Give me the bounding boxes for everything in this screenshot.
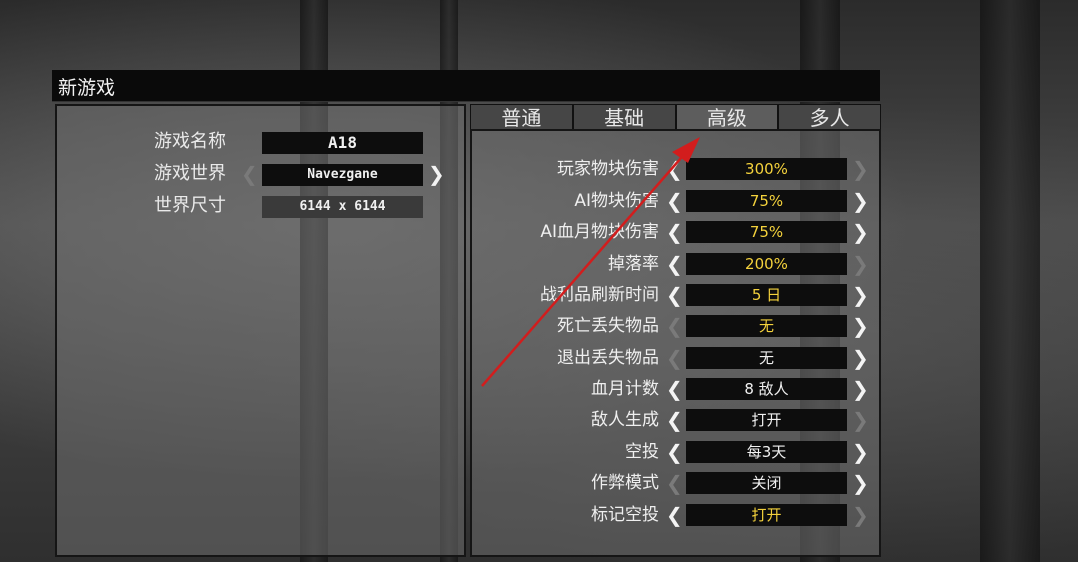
setting-prev-button[interactable]: ❮ — [666, 221, 683, 243]
setting-row: 战利品刷新时间 ❮ 5 日 ❯ — [470, 283, 881, 307]
setting-next-button[interactable]: ❯ — [852, 441, 869, 463]
setting-next-button[interactable]: ❯ — [852, 472, 869, 494]
setting-label: 退出丢失物品 — [557, 348, 659, 368]
setting-value: 打开 — [686, 504, 847, 526]
setting-row: AI物块伤害 ❮ 75% ❯ — [470, 189, 881, 213]
setting-prev-button[interactable]: ❮ — [666, 315, 683, 337]
setting-prev-button[interactable]: ❮ — [666, 190, 683, 212]
setting-label: 死亡丢失物品 — [557, 316, 659, 336]
game-world-prev-button[interactable]: ❮ — [241, 163, 258, 185]
setting-prev-button[interactable]: ❮ — [666, 472, 683, 494]
setting-label: AI物块伤害 — [574, 191, 659, 211]
window-title-bar: 新游戏 — [52, 70, 880, 102]
game-name-label: 游戏名称 — [154, 131, 226, 152]
background-tree — [980, 0, 1040, 562]
setting-label: 战利品刷新时间 — [540, 285, 659, 305]
setting-next-button[interactable]: ❯ — [852, 284, 869, 306]
setting-row: 玩家物块伤害 ❮ 300% ❯ — [470, 157, 881, 181]
setting-label: 标记空投 — [591, 505, 659, 525]
setting-value: 300% — [686, 158, 847, 180]
setting-next-button[interactable]: ❯ — [852, 221, 869, 243]
setting-row: 标记空投 ❮ 打开 ❯ — [470, 503, 881, 527]
setting-value: 75% — [686, 221, 847, 243]
setting-row: 退出丢失物品 ❮ 无 ❯ — [470, 346, 881, 370]
setting-row: 敌人生成 ❮ 打开 ❯ — [470, 408, 881, 432]
setting-label: 血月计数 — [591, 379, 659, 399]
setting-row: 作弊模式 ❮ 关闭 ❯ — [470, 471, 881, 495]
setting-row: 血月计数 ❮ 8 敌人 ❯ — [470, 377, 881, 401]
setting-next-button[interactable]: ❯ — [852, 347, 869, 369]
setting-prev-button[interactable]: ❮ — [666, 158, 683, 180]
setting-label: 掉落率 — [608, 254, 659, 274]
setting-prev-button[interactable]: ❮ — [666, 441, 683, 463]
game-world-label: 游戏世界 — [154, 163, 226, 184]
window-title: 新游戏 — [58, 77, 116, 99]
tab-normal[interactable]: 普通 — [470, 104, 573, 131]
setting-value: 75% — [686, 190, 847, 212]
setting-label: 空投 — [625, 442, 659, 462]
setting-value: 5 日 — [686, 284, 847, 306]
setting-row: 空投 ❮ 每3天 ❯ — [470, 440, 881, 464]
setting-prev-button[interactable]: ❮ — [666, 284, 683, 306]
setting-prev-button[interactable]: ❮ — [666, 347, 683, 369]
setting-row: 死亡丢失物品 ❮ 无 ❯ — [470, 314, 881, 338]
setting-row: AI血月物块伤害 ❮ 75% ❯ — [470, 220, 881, 244]
setting-next-button[interactable]: ❯ — [852, 378, 869, 400]
setting-prev-button[interactable]: ❮ — [666, 378, 683, 400]
setting-row: 掉落率 ❮ 200% ❯ — [470, 252, 881, 276]
setting-next-button[interactable]: ❯ — [852, 158, 869, 180]
setting-next-button[interactable]: ❯ — [852, 190, 869, 212]
setting-next-button[interactable]: ❯ — [852, 409, 869, 431]
tab-basic[interactable]: 基础 — [572, 104, 676, 131]
setting-prev-button[interactable]: ❮ — [666, 409, 683, 431]
game-world-field: Navezgane — [262, 164, 423, 186]
setting-value: 8 敌人 — [686, 378, 847, 400]
settings-tabs: 普通 基础 高级 多人 — [470, 104, 881, 131]
world-size-field: 6144 x 6144 — [262, 196, 423, 218]
setting-value: 无 — [686, 347, 847, 369]
setting-prev-button[interactable]: ❮ — [666, 504, 683, 526]
world-size-label: 世界尺寸 — [154, 195, 226, 216]
setting-label: 玩家物块伤害 — [557, 159, 659, 179]
tab-multiplayer[interactable]: 多人 — [778, 104, 881, 131]
setting-prev-button[interactable]: ❮ — [666, 253, 683, 275]
game-world-next-button[interactable]: ❯ — [428, 163, 445, 185]
tab-advanced[interactable]: 高级 — [675, 104, 779, 131]
setting-value: 无 — [686, 315, 847, 337]
setting-label: 作弊模式 — [591, 473, 659, 493]
game-name-field[interactable]: A18 — [262, 132, 423, 154]
setting-next-button[interactable]: ❯ — [852, 315, 869, 337]
setting-value: 每3天 — [686, 441, 847, 463]
setting-label: 敌人生成 — [591, 410, 659, 430]
setting-label: AI血月物块伤害 — [540, 222, 659, 242]
setting-next-button[interactable]: ❯ — [852, 253, 869, 275]
setting-value: 关闭 — [686, 472, 847, 494]
setting-value: 打开 — [686, 409, 847, 431]
setting-next-button[interactable]: ❯ — [852, 504, 869, 526]
setting-value: 200% — [686, 253, 847, 275]
